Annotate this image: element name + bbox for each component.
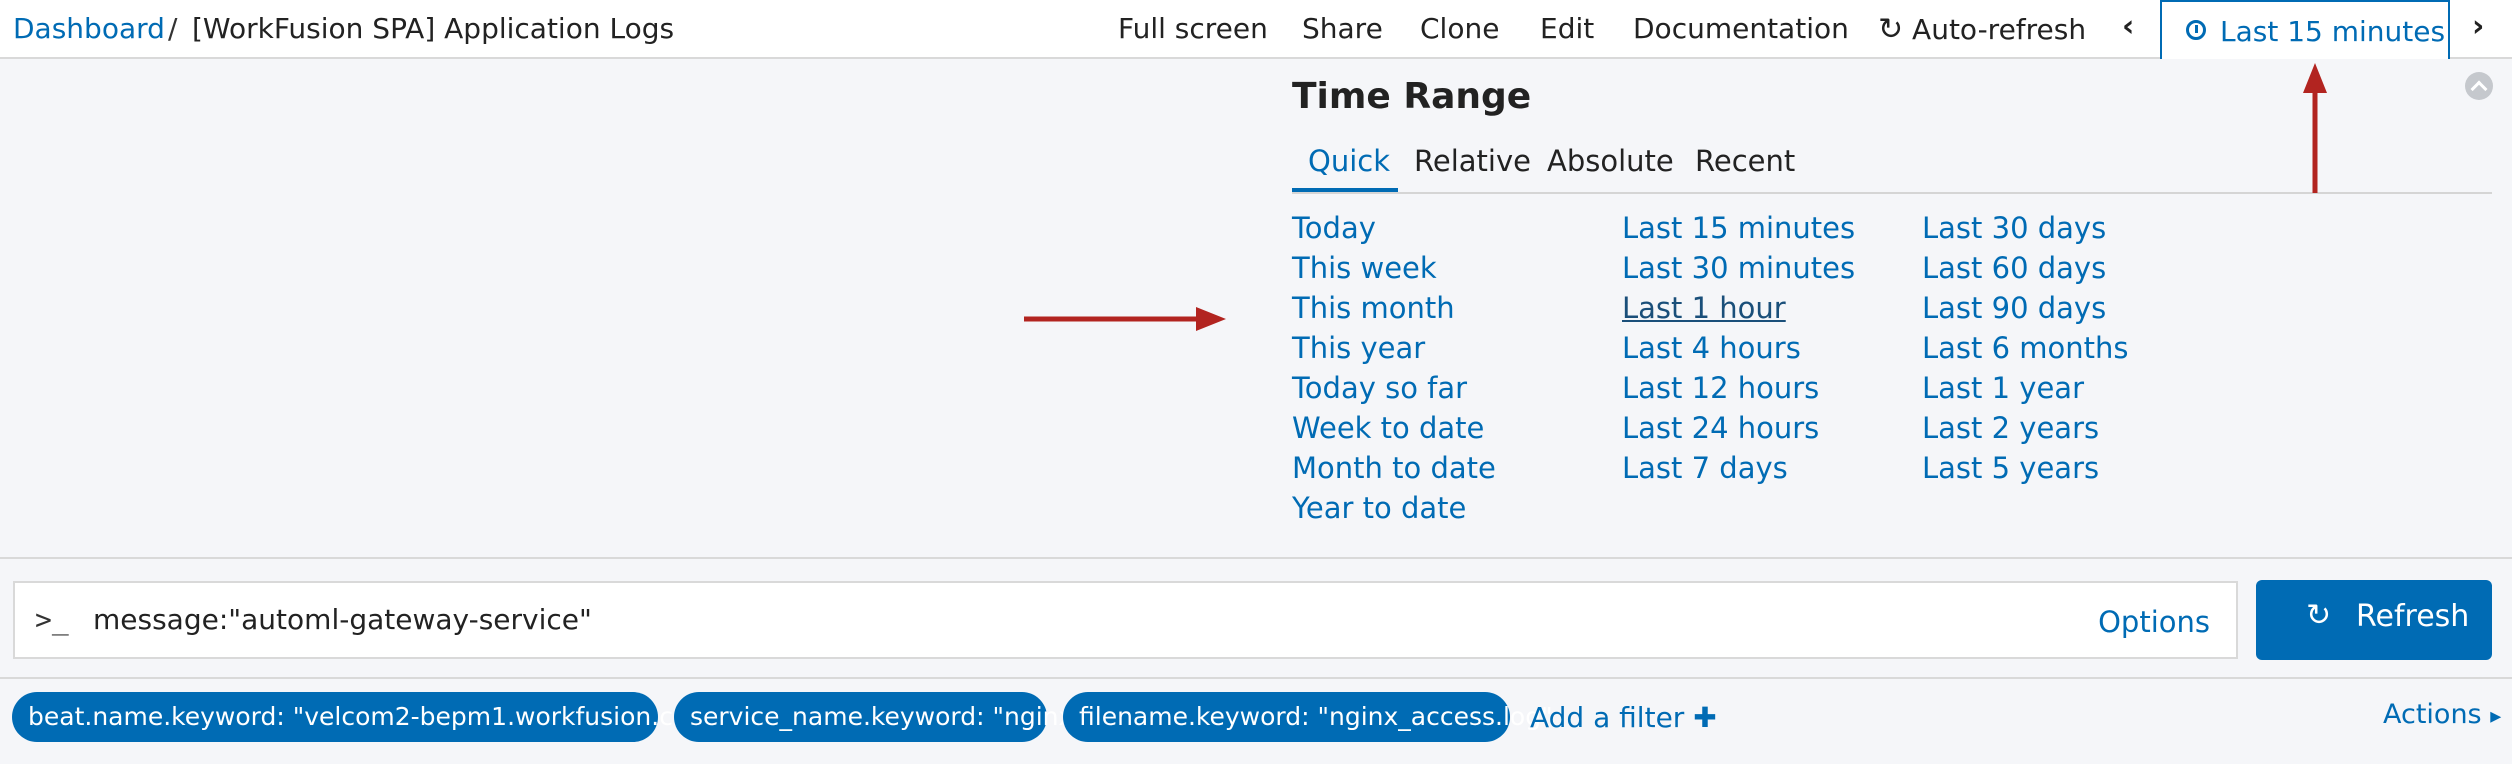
share-button[interactable]: Share <box>1302 12 1383 45</box>
time-picker-label: Last 15 minutes <box>2220 15 2446 48</box>
filter-pill[interactable]: filename.keyword: "nginx_access.log" <box>1063 692 1553 742</box>
quick-option[interactable]: Last 90 days <box>1922 291 2106 325</box>
quick-option[interactable]: Last 5 years <box>1922 451 2099 485</box>
search-query-input[interactable]: >_ message:"automl-gateway-service" Opti… <box>13 581 2238 659</box>
breadcrumb-dashboard-link[interactable]: Dashboard <box>13 12 165 45</box>
caret-right-icon: ▸ <box>2490 704 2502 729</box>
active-tab-indicator <box>1292 188 1398 192</box>
breadcrumb-separator: / <box>168 12 178 45</box>
quick-option[interactable]: Last 15 minutes <box>1622 211 1855 245</box>
tab-recent[interactable]: Recent <box>1695 144 1795 178</box>
query-bar: >_ message:"automl-gateway-service" Opti… <box>0 559 2512 677</box>
quick-option[interactable]: Last 30 days <box>1922 211 2106 245</box>
annotation-arrow-right-icon <box>1024 307 1226 331</box>
add-filter-label: Add a filter <box>1530 701 1685 734</box>
filter-bar: beat.name.keyword: "velcom2-bepm1.workfu… <box>0 677 2512 764</box>
auto-refresh-button[interactable]: ↻ Auto-refresh <box>1878 12 2086 47</box>
quick-option[interactable]: Today so far <box>1292 371 1467 405</box>
page-title: [WorkFusion SPA] Application Logs <box>192 12 675 45</box>
quick-option[interactable]: This year <box>1292 331 1425 365</box>
quick-option[interactable]: Last 24 hours <box>1622 411 1819 445</box>
full-screen-button[interactable]: Full screen <box>1118 12 1268 45</box>
clock-icon <box>2186 20 2206 40</box>
actions-label: Actions <box>2383 699 2482 730</box>
documentation-button[interactable]: Documentation <box>1633 12 1849 45</box>
chevron-right-icon[interactable]: › <box>2472 9 2484 44</box>
quick-option[interactable]: Month to date <box>1292 451 1496 485</box>
clone-button[interactable]: Clone <box>1420 12 1499 45</box>
filter-pill[interactable]: beat.name.keyword: "velcom2-bepm1.workfu… <box>12 692 724 742</box>
quick-option[interactable]: This week <box>1292 251 1437 285</box>
filter-pill[interactable]: service_name.keyword: "nginx" <box>674 692 1085 742</box>
top-nav-bar: Dashboard / [WorkFusion SPA] Application… <box>0 0 2512 61</box>
terminal-prompt-icon: >_ <box>35 603 69 636</box>
quick-option[interactable]: Last 7 days <box>1622 451 1788 485</box>
refresh-icon: ↻ <box>2306 598 2332 633</box>
tab-absolute[interactable]: Absolute <box>1547 144 1674 178</box>
auto-refresh-label: Auto-refresh <box>1912 13 2087 46</box>
time-range-panel: Time Range Quick Relative Absolute Recen… <box>0 59 2512 559</box>
quick-option[interactable]: Last 60 days <box>1922 251 2106 285</box>
edit-button[interactable]: Edit <box>1540 12 1594 45</box>
quick-option[interactable]: This month <box>1292 291 1455 325</box>
quick-option[interactable]: Week to date <box>1292 411 1484 445</box>
refresh-button[interactable]: ↻ Refresh <box>2256 580 2492 660</box>
quick-option[interactable]: Year to date <box>1292 491 1466 525</box>
tab-quick[interactable]: Quick <box>1308 144 1390 178</box>
tab-relative[interactable]: Relative <box>1414 144 1531 178</box>
add-filter-link[interactable]: Add a filter ✚ <box>1530 701 1717 734</box>
annotation-arrow-up-icon <box>2303 63 2327 193</box>
quick-option[interactable]: Last 30 minutes <box>1622 251 1855 285</box>
actions-menu[interactable]: Actions ▸ <box>2383 699 2501 730</box>
chevron-left-icon[interactable]: ‹ <box>2122 9 2134 44</box>
refresh-icon: ↻ <box>1878 12 1904 47</box>
collapse-panel-icon[interactable] <box>2465 72 2493 100</box>
search-query-text[interactable]: message:"automl-gateway-service" <box>93 603 592 636</box>
quick-option[interactable]: Last 12 hours <box>1622 371 1819 405</box>
time-picker-button[interactable]: Last 15 minutes <box>2160 0 2450 61</box>
quick-option[interactable]: Last 2 years <box>1922 411 2099 445</box>
quick-option[interactable]: Last 1 year <box>1922 371 2084 405</box>
quick-option[interactable]: Last 4 hours <box>1622 331 1801 365</box>
time-range-title: Time Range <box>1292 76 1532 117</box>
quick-option[interactable]: Today <box>1292 211 1376 245</box>
query-options-link[interactable]: Options <box>2098 605 2210 639</box>
plus-icon: ✚ <box>1693 701 1717 734</box>
quick-option-hovered[interactable]: Last 1 hour <box>1622 291 1786 325</box>
refresh-label: Refresh <box>2356 599 2470 634</box>
quick-option[interactable]: Last 6 months <box>1922 331 2129 365</box>
